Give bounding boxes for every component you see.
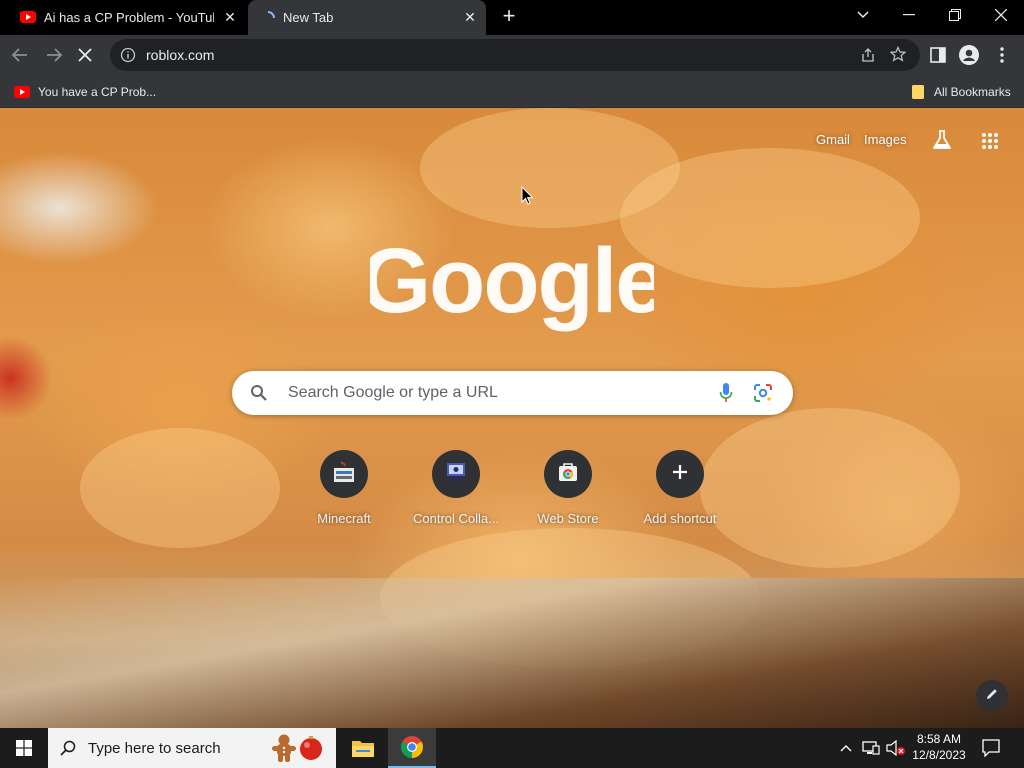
search-highlight-ornament-icon bbox=[298, 735, 324, 761]
profile-avatar-icon[interactable] bbox=[959, 45, 979, 65]
volume-muted-icon[interactable] bbox=[886, 739, 906, 757]
bookmark-all-bookmarks[interactable]: All Bookmarks bbox=[912, 82, 1011, 102]
tab-youtube[interactable]: Ai has a CP Problem - YouTube ✕ bbox=[8, 0, 246, 35]
search-icon bbox=[250, 384, 268, 402]
address-bar[interactable]: roblox.com bbox=[110, 39, 920, 71]
voice-search-icon[interactable] bbox=[719, 383, 733, 403]
clock-date: 12/8/2023 bbox=[912, 748, 966, 762]
address-text: roblox.com bbox=[146, 47, 215, 63]
google-apps-icon[interactable] bbox=[981, 132, 999, 150]
search-icon bbox=[60, 740, 76, 756]
pencil-icon bbox=[985, 687, 999, 706]
loading-spinner-icon bbox=[260, 10, 276, 26]
clock[interactable]: 8:58 AM 12/8/2023 bbox=[908, 731, 970, 765]
shortcut-label: Control Colla... bbox=[413, 511, 499, 526]
new-tab-page: Gmail Images Google Search Google or typ… bbox=[0, 108, 1024, 728]
menu-kebab-icon[interactable] bbox=[998, 46, 1006, 64]
search-input[interactable] bbox=[288, 384, 708, 402]
side-panel-icon[interactable] bbox=[930, 47, 946, 63]
mouse-cursor-icon bbox=[521, 185, 535, 206]
shortcut-web-store[interactable]: Web Store bbox=[512, 448, 624, 538]
bookmarks-bar: You have a CP Prob... All Bookmarks bbox=[0, 75, 1024, 108]
clock-time: 8:58 AM bbox=[916, 732, 962, 746]
search-highlight-gingerbread-icon bbox=[270, 733, 298, 763]
bookmark-star-icon[interactable] bbox=[889, 46, 907, 62]
bookmark-label: All Bookmarks bbox=[934, 85, 1011, 99]
new-tab-button[interactable]: + bbox=[496, 4, 522, 30]
tab-title: New Tab bbox=[283, 10, 334, 25]
background-paper bbox=[0, 578, 1024, 728]
search-box[interactable] bbox=[232, 371, 793, 415]
tab-search-icon[interactable] bbox=[840, 0, 886, 30]
plus-icon bbox=[671, 463, 689, 486]
shortcut-label: Web Store bbox=[537, 511, 599, 526]
labs-flask-icon[interactable] bbox=[931, 129, 953, 151]
bookmark-label: You have a CP Prob... bbox=[38, 85, 157, 99]
shortcut-control-collaboration[interactable]: Control Colla... bbox=[400, 448, 512, 538]
chrome-taskbar-icon[interactable] bbox=[388, 728, 436, 768]
show-hidden-icons-icon[interactable] bbox=[838, 740, 854, 756]
shortcut-add[interactable]: Add shortcut bbox=[624, 448, 736, 538]
customize-chrome-button[interactable] bbox=[976, 680, 1008, 712]
bookmark-youtube[interactable]: You have a CP Prob... bbox=[14, 82, 156, 102]
folder-icon bbox=[912, 85, 924, 99]
restore-icon[interactable] bbox=[932, 0, 978, 30]
close-tab-icon[interactable]: ✕ bbox=[222, 9, 238, 25]
tab-title: Ai has a CP Problem - YouTube bbox=[44, 10, 214, 25]
tab-strip: Ai has a CP Problem - YouTube ✕ New Tab … bbox=[0, 0, 1024, 35]
minimize-icon[interactable] bbox=[886, 0, 932, 30]
minecraft-icon bbox=[332, 460, 356, 489]
gmail-link[interactable]: Gmail bbox=[816, 132, 850, 147]
shortcut-minecraft[interactable]: Minecraft bbox=[288, 448, 400, 538]
close-tab-icon[interactable]: ✕ bbox=[462, 9, 478, 25]
google-logo: Google bbox=[360, 230, 667, 334]
shortcut-label: Add shortcut bbox=[643, 511, 717, 526]
close-window-icon[interactable] bbox=[978, 0, 1024, 30]
stop-loading-icon[interactable] bbox=[77, 47, 93, 63]
windows-start-icon[interactable] bbox=[0, 728, 48, 768]
web-store-icon bbox=[557, 461, 579, 488]
taskbar-search-text: Type here to search bbox=[88, 739, 221, 757]
file-explorer-icon[interactable] bbox=[344, 728, 382, 768]
youtube-icon bbox=[14, 86, 30, 98]
youtube-icon bbox=[20, 11, 36, 23]
images-link[interactable]: Images bbox=[864, 132, 907, 147]
taskbar-search-box[interactable]: Type here to search bbox=[48, 728, 336, 768]
control-collaboration-icon bbox=[444, 460, 468, 489]
shortcut-label: Minecraft bbox=[317, 511, 371, 526]
svg-text:Google: Google bbox=[370, 238, 654, 332]
forward-icon[interactable] bbox=[44, 46, 64, 64]
browser-toolbar: roblox.com bbox=[0, 35, 1024, 75]
notification-center-icon[interactable] bbox=[982, 739, 1000, 758]
share-icon[interactable] bbox=[860, 47, 876, 63]
windows-taskbar: Type here to search 8:58 AM 12/8/2023 bbox=[0, 728, 1024, 768]
network-icon[interactable] bbox=[862, 740, 880, 756]
tab-new-tab[interactable]: New Tab ✕ bbox=[248, 0, 486, 35]
site-info-icon[interactable] bbox=[120, 47, 136, 63]
back-icon[interactable] bbox=[10, 46, 30, 64]
lens-search-icon[interactable] bbox=[754, 384, 772, 402]
